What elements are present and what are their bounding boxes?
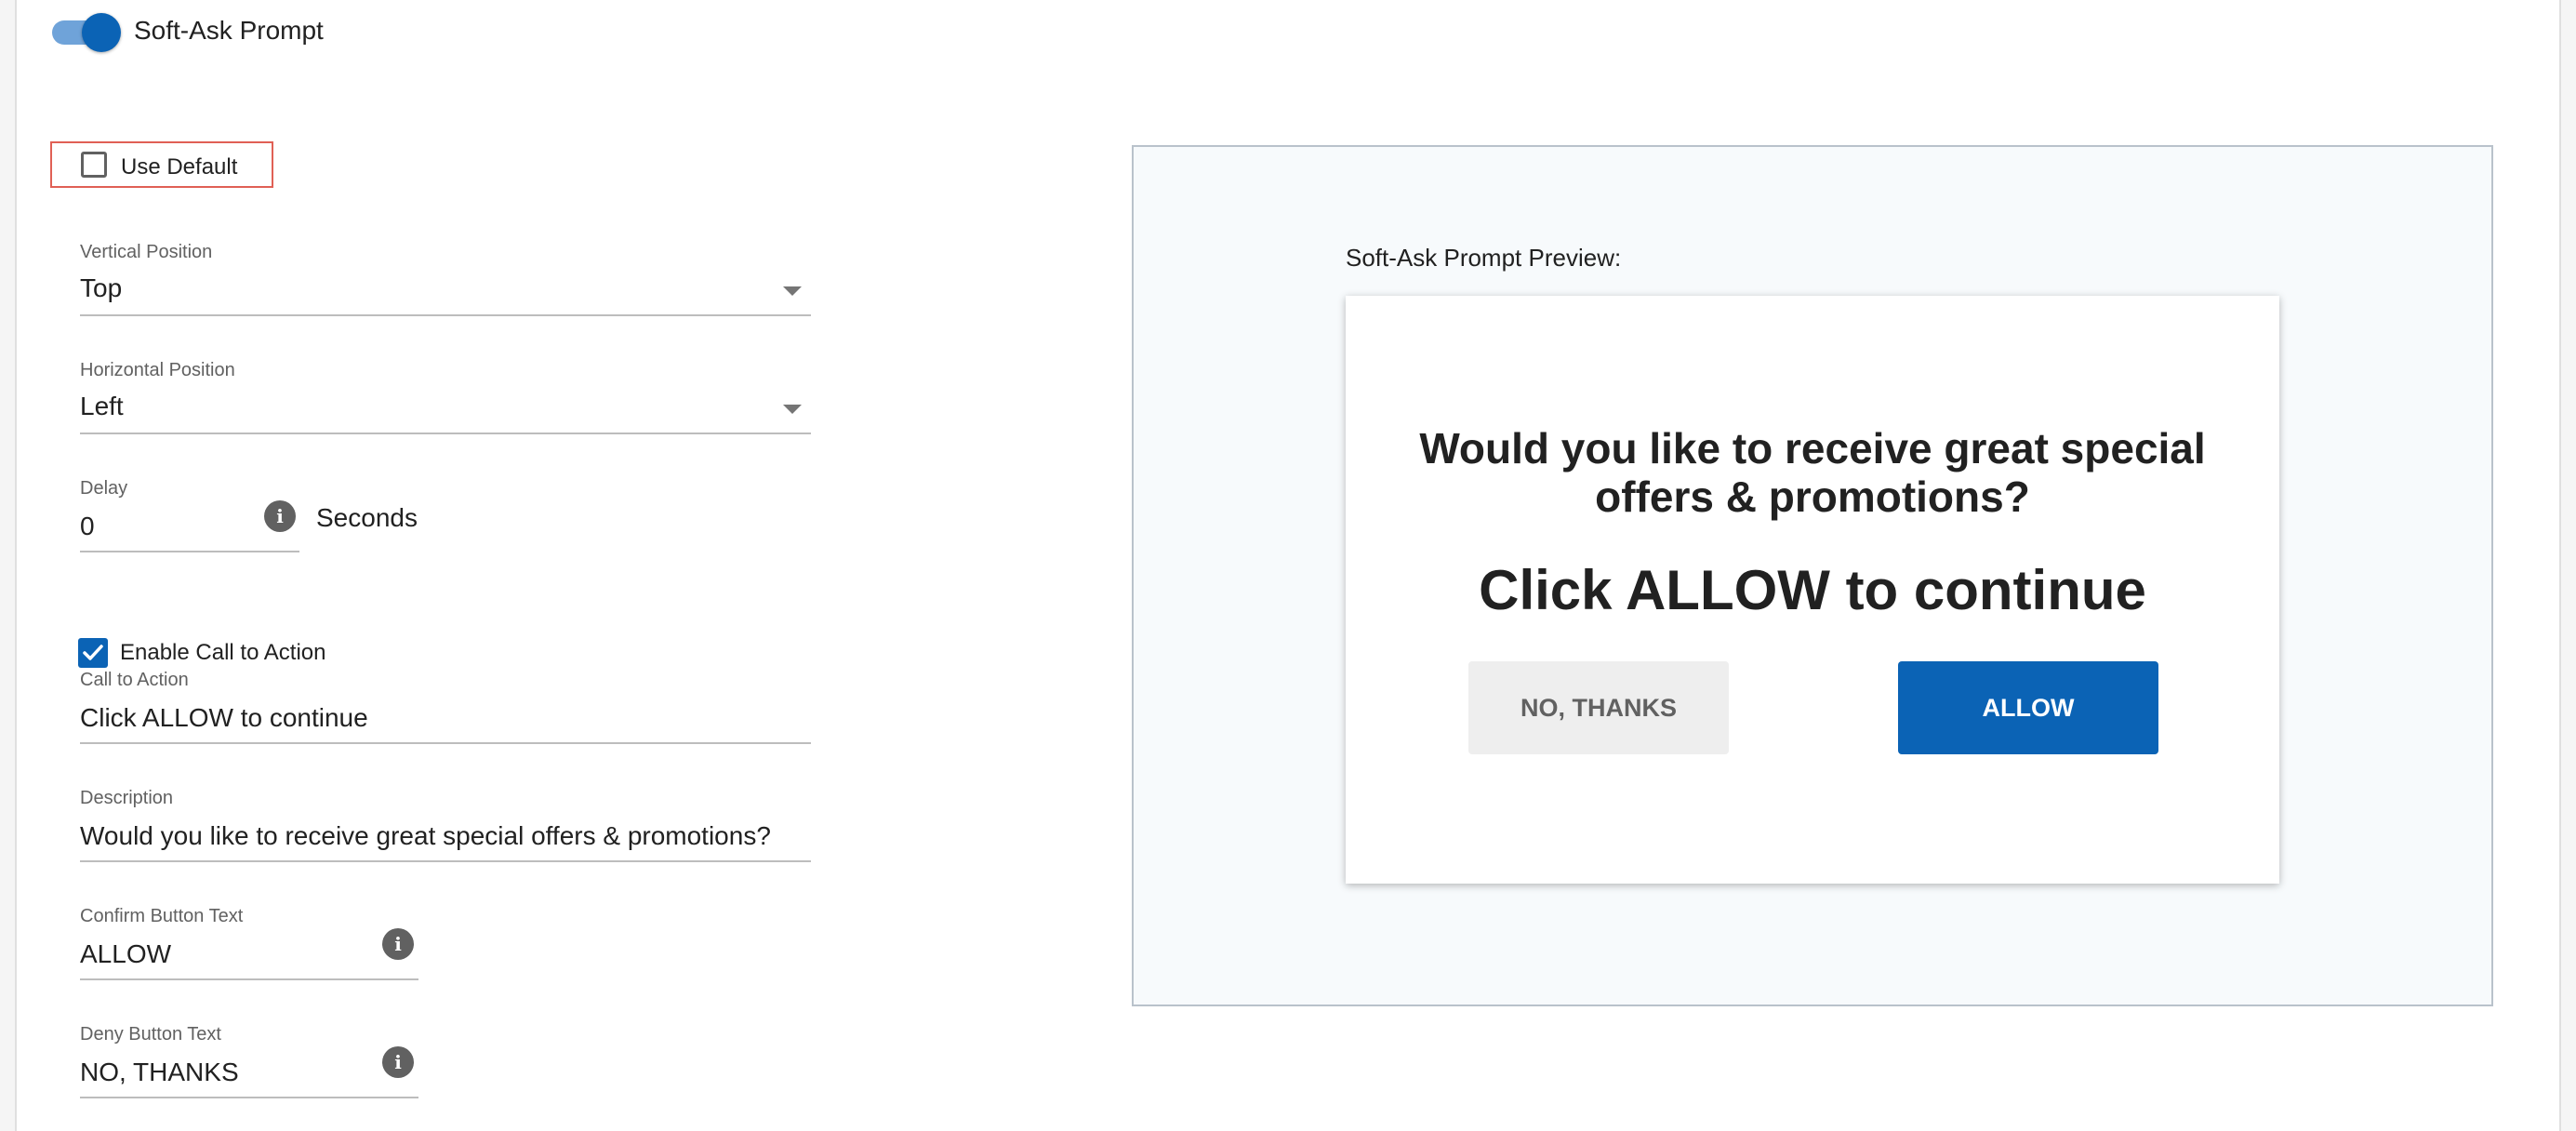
- soft-ask-toggle-label: Soft-Ask Prompt: [134, 16, 324, 45]
- horizontal-position-select[interactable]: Horizontal Position Left: [80, 360, 811, 434]
- horizontal-position-label: Horizontal Position: [80, 360, 235, 380]
- delay-underline: [80, 551, 299, 552]
- deny-button-text-value: NO, THANKS: [80, 1058, 239, 1086]
- call-to-action-input[interactable]: Call to Action Click ALLOW to continue: [80, 670, 811, 746]
- left-panel-edge: [0, 0, 17, 1131]
- check-icon: [83, 645, 103, 660]
- deny-button-text-label: Deny Button Text: [80, 1024, 221, 1045]
- call-to-action-underline: [80, 742, 811, 744]
- horizontal-position-underline: [80, 432, 811, 434]
- vertical-position-select[interactable]: Vertical Position Top: [80, 242, 811, 316]
- enable-cta-label: Enable Call to Action: [120, 640, 326, 665]
- description-underline: [80, 860, 811, 862]
- delay-label: Delay: [80, 478, 128, 499]
- chevron-down-icon[interactable]: [783, 286, 802, 296]
- confirm-button-text-label: Confirm Button Text: [80, 906, 244, 926]
- use-default-option[interactable]: Use Default: [50, 141, 273, 188]
- toggle-thumb: [82, 13, 121, 52]
- preview-title: Soft-Ask Prompt Preview:: [1346, 244, 1622, 272]
- delay-value: 0: [80, 512, 95, 540]
- description-value: Would you like to receive great special …: [80, 821, 771, 850]
- call-to-action-value: Click ALLOW to continue: [80, 703, 368, 732]
- deny-button-text-underline: [80, 1097, 418, 1098]
- info-icon[interactable]: i: [382, 1046, 414, 1078]
- vertical-position-label: Vertical Position: [80, 242, 213, 262]
- info-icon[interactable]: i: [264, 500, 296, 532]
- preview-deny-button[interactable]: NO, THANKS: [1468, 661, 1729, 754]
- delay-unit-label: Seconds: [316, 503, 418, 532]
- right-panel-edge: [2559, 0, 2576, 1131]
- chevron-down-icon[interactable]: [783, 405, 802, 414]
- description-input[interactable]: Description Would you like to receive gr…: [80, 788, 811, 864]
- call-to-action-label: Call to Action: [80, 670, 189, 690]
- confirm-button-text-underline: [80, 978, 418, 980]
- preview-description: Would you like to receive great special …: [1419, 424, 2206, 521]
- preview-card: Would you like to receive great special …: [1346, 296, 2279, 884]
- preview-allow-button[interactable]: ALLOW: [1898, 661, 2158, 754]
- use-default-checkbox[interactable]: [81, 152, 107, 178]
- vertical-position-underline: [80, 314, 811, 316]
- use-default-label: Use Default: [121, 154, 238, 180]
- horizontal-position-value: Left: [80, 392, 124, 420]
- confirm-button-text-input[interactable]: Confirm Button Text ALLOW: [80, 906, 418, 982]
- confirm-button-text-value: ALLOW: [80, 939, 172, 968]
- description-label: Description: [80, 788, 174, 808]
- deny-button-text-input[interactable]: Deny Button Text NO, THANKS: [80, 1024, 418, 1100]
- info-icon[interactable]: i: [382, 928, 414, 960]
- preview-call-to-action: Click ALLOW to continue: [1479, 559, 2146, 621]
- enable-cta-checkbox[interactable]: [78, 638, 108, 668]
- soft-ask-toggle[interactable]: [52, 13, 121, 52]
- vertical-position-value: Top: [80, 273, 123, 302]
